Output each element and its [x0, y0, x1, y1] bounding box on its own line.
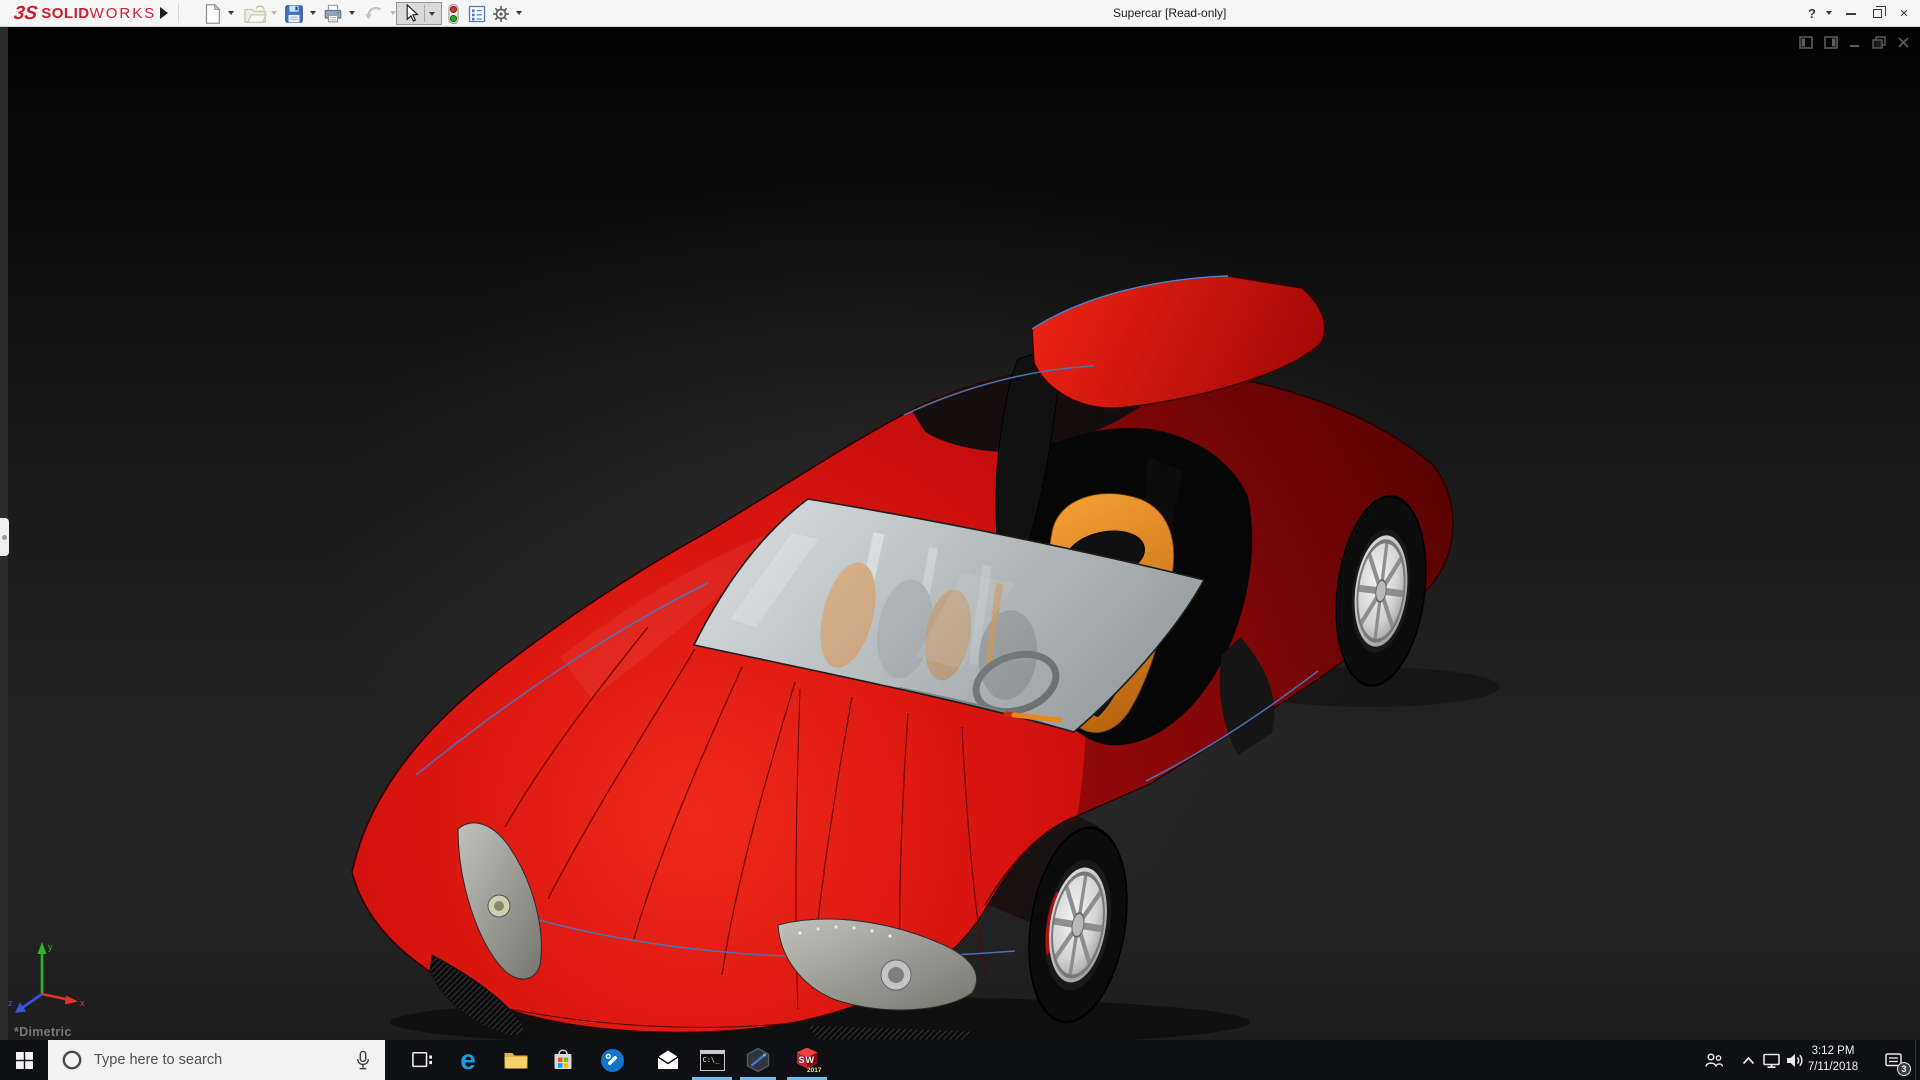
mail-icon [656, 1049, 680, 1071]
edge-button[interactable]: e [445, 1040, 491, 1080]
hexagon-3d-app-button[interactable] [735, 1040, 781, 1080]
show-desktop-button[interactable] [1915, 1040, 1920, 1080]
store-icon [551, 1048, 575, 1072]
minimize-icon [1846, 13, 1856, 15]
pane-left-icon[interactable] [1799, 36, 1813, 49]
open-dropdown[interactable] [271, 11, 277, 15]
edge-icon: e [460, 1046, 476, 1074]
mail-button[interactable] [645, 1040, 691, 1080]
new-document-icon [201, 3, 223, 25]
document-window-controls [1799, 36, 1910, 49]
people-button[interactable] [1698, 1040, 1730, 1080]
options-button[interactable] [490, 2, 512, 25]
notification-badge: 3 [1897, 1062, 1911, 1076]
flyout-tab-dot [2, 535, 7, 540]
action-center-button[interactable]: 3 [1872, 1040, 1914, 1080]
orientation-triad[interactable]: y x z [6, 936, 90, 1016]
minimize-button[interactable] [1840, 0, 1862, 27]
command-prompt-button[interactable]: C:\_ [689, 1040, 735, 1080]
hexagon-3d-app-icon [745, 1047, 771, 1073]
people-icon [1704, 1052, 1724, 1069]
window-title: Supercar [Read-only] [1113, 0, 1226, 27]
windows-logo-icon [16, 1052, 33, 1069]
featuremanager-flyout-tab[interactable] [0, 518, 9, 556]
triad-z-label: z [8, 998, 13, 1008]
select-tool-button[interactable] [396, 2, 442, 25]
help-button[interactable]: ? [1802, 0, 1822, 27]
print-dropdown[interactable] [349, 11, 355, 15]
file-explorer-button[interactable] [493, 1040, 539, 1080]
solidworks-logo: 3S SOLIDWORKS [14, 0, 156, 27]
task-view-button[interactable] [399, 1040, 445, 1080]
brand-solid: SOLID [41, 5, 89, 22]
solidworks-app-button[interactable]: SW 2017 [784, 1040, 830, 1080]
command-prompt-icon: C:\_ [700, 1050, 725, 1071]
restore-icon [1873, 9, 1882, 18]
triad-x-label: x [80, 998, 85, 1008]
help-icon: ? [1808, 6, 1816, 21]
ds-logo-mark: 3S [12, 0, 39, 27]
doc-close-icon[interactable] [1897, 36, 1910, 49]
file-properties-button[interactable] [466, 2, 488, 25]
file-properties-icon [467, 4, 487, 24]
close-button[interactable]: × [1892, 0, 1916, 27]
select-divider [424, 5, 425, 22]
solidworks-2017-icon: SW 2017 [794, 1047, 821, 1074]
undo-button[interactable] [362, 2, 386, 25]
wrench-circle-icon [600, 1048, 625, 1073]
supercar-3d-model[interactable] [0, 27, 1920, 1040]
print-icon [321, 3, 345, 25]
triad-y-label: y [48, 942, 53, 952]
store-button[interactable] [540, 1040, 586, 1080]
close-icon: × [1900, 0, 1909, 27]
taskbar-clock[interactable]: 3:12 PM 7/11/2018 [1800, 1040, 1866, 1080]
options-dropdown[interactable] [516, 11, 522, 15]
toolbar-flyout-arrow-icon[interactable] [160, 7, 168, 19]
start-button[interactable] [0, 1040, 48, 1080]
view-orientation-label: *Dimetric [14, 1025, 72, 1039]
network-ethernet-icon [1762, 1052, 1781, 1069]
doc-minimize-icon[interactable] [1849, 37, 1861, 49]
help-tips-button[interactable] [589, 1040, 635, 1080]
print-button[interactable] [321, 2, 345, 25]
save-button[interactable] [282, 2, 306, 25]
titlebar: 3S SOLIDWORKS [0, 0, 1920, 27]
clock-time: 3:12 PM [1812, 1044, 1855, 1060]
undo-icon [362, 3, 386, 25]
task-view-icon [411, 1050, 433, 1070]
select-dropdown[interactable] [429, 12, 435, 16]
open-button[interactable] [243, 2, 267, 25]
rebuild-button[interactable] [444, 2, 462, 25]
restore-button[interactable] [1866, 0, 1888, 27]
windows-taskbar: e C:\_ [0, 1040, 1920, 1080]
help-dropdown[interactable] [1826, 11, 1832, 15]
cortana-icon [61, 1049, 83, 1071]
graphics-viewport[interactable]: y x z *Dimetric [0, 27, 1920, 1040]
toolbar-separator [178, 4, 179, 23]
search-input[interactable] [94, 1052, 354, 1068]
doc-restore-icon[interactable] [1872, 36, 1886, 49]
chevron-up-icon [1742, 1056, 1755, 1065]
options-gear-icon [491, 4, 511, 24]
new-document-button[interactable] [200, 2, 224, 25]
file-explorer-icon [503, 1049, 529, 1071]
pane-right-icon[interactable] [1824, 36, 1838, 49]
save-dropdown[interactable] [310, 11, 316, 15]
select-cursor-icon [400, 3, 422, 24]
taskbar-search[interactable] [48, 1040, 385, 1080]
new-document-dropdown[interactable] [228, 11, 234, 15]
open-folder-icon [243, 3, 267, 25]
microphone-icon[interactable] [354, 1050, 372, 1071]
clock-date: 7/11/2018 [1808, 1060, 1858, 1076]
rebuild-traffic-light-icon [447, 3, 460, 25]
save-floppy-icon [283, 3, 305, 25]
brand-works: WORKS [90, 5, 157, 22]
